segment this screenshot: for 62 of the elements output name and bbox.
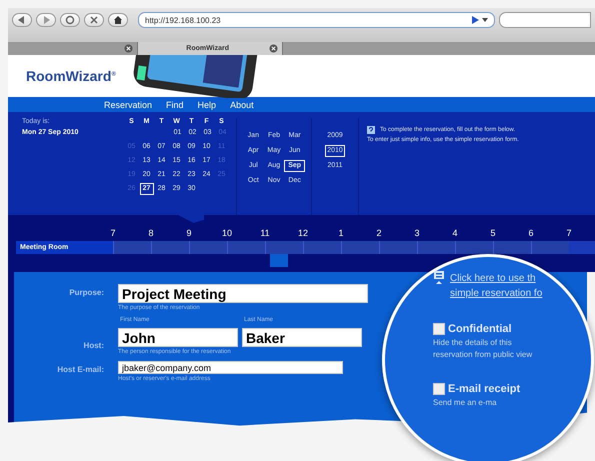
forward-arrow-icon xyxy=(41,16,51,24)
hour-label: 4 xyxy=(451,227,458,239)
checkbox-label: Confidential xyxy=(448,323,512,335)
stop-icon xyxy=(89,15,99,25)
purpose-input[interactable]: Project Meeting xyxy=(118,284,368,303)
time-slot[interactable] xyxy=(303,241,341,254)
checkbox[interactable] xyxy=(433,323,445,335)
form-icon xyxy=(433,271,445,285)
time-marker xyxy=(270,254,288,267)
address-bar[interactable]: http://192.168.100.23 xyxy=(138,12,495,28)
checkbox-label: E-mail receipt xyxy=(448,383,520,395)
time-slot[interactable] xyxy=(417,241,455,254)
search-field[interactable] xyxy=(499,12,591,28)
time-slot[interactable] xyxy=(151,241,189,254)
forward-button[interactable] xyxy=(36,13,56,27)
time-slot[interactable] xyxy=(455,241,493,254)
nav-menu-item[interactable]: Reservation xyxy=(104,100,152,110)
hour-label: 3 xyxy=(413,227,420,239)
nav-menu-item[interactable]: Help xyxy=(198,100,216,110)
option-description: Send me an e-ma xyxy=(433,397,498,409)
hour-label: 9 xyxy=(185,227,192,239)
hour-label: 11 xyxy=(259,227,271,239)
option-description: Hide the details of this reservation from public view xyxy=(433,337,534,361)
nav-menu-item[interactable]: Find xyxy=(166,100,184,110)
stop-button[interactable] xyxy=(84,13,104,27)
time-slot[interactable] xyxy=(227,241,265,254)
time-slot[interactable] xyxy=(189,241,227,254)
hour-label: 6 xyxy=(527,227,534,239)
hour-label: 10 xyxy=(220,227,233,239)
hour-label: 7 xyxy=(565,227,572,239)
go-arrow-icon[interactable] xyxy=(472,16,488,24)
reload-icon xyxy=(65,15,75,25)
back-arrow-icon xyxy=(17,16,27,24)
first-name-input[interactable]: John xyxy=(118,328,238,347)
time-slot[interactable] xyxy=(113,241,151,254)
field-label: Host E-mail: xyxy=(56,364,104,376)
hour-label: 7 xyxy=(109,227,116,239)
hour-label: 1 xyxy=(337,227,344,239)
time-slot[interactable] xyxy=(493,241,531,254)
home-icon xyxy=(113,15,123,25)
checkbox[interactable] xyxy=(433,383,445,395)
hour-label: 2 xyxy=(375,227,382,239)
hour-label: 12 xyxy=(296,227,309,239)
field-label: Purpose: xyxy=(68,287,104,299)
back-button[interactable] xyxy=(12,13,32,27)
hour-label: 8 xyxy=(147,227,154,239)
time-slot[interactable] xyxy=(265,241,303,254)
last-name-input[interactable]: Baker xyxy=(242,328,362,347)
close-icon[interactable] xyxy=(269,44,278,53)
help-icon xyxy=(367,126,375,134)
logo: RoomWizard$^{®}$ xyxy=(26,68,116,84)
simple-form-link[interactable]: Click here to use th simple reservation fo xyxy=(450,271,542,301)
close-icon[interactable] xyxy=(124,44,133,53)
reload-button[interactable] xyxy=(60,13,80,27)
nav-menu-item[interactable]: About xyxy=(230,100,254,110)
home-button[interactable] xyxy=(108,13,128,27)
time-slot[interactable] xyxy=(341,241,379,254)
time-slot[interactable] xyxy=(379,241,417,254)
email-input[interactable]: jbaker@company.com xyxy=(118,361,343,374)
hour-label: 5 xyxy=(489,227,496,239)
time-slot[interactable] xyxy=(531,241,569,254)
field-label: Host: xyxy=(82,340,104,352)
